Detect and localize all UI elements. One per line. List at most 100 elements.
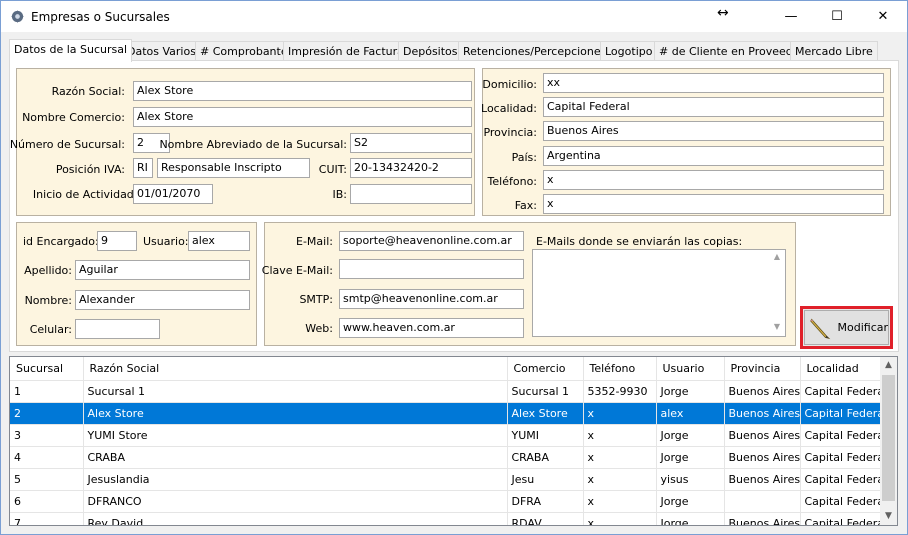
tab-datos-sucursal[interactable]: Datos de la Sucursal bbox=[9, 39, 133, 62]
celular-field[interactable] bbox=[75, 319, 160, 339]
cell[interactable]: 5352-9930 bbox=[583, 380, 657, 403]
cell[interactable]: Capital Federal bbox=[800, 402, 881, 425]
clave-email-field[interactable] bbox=[339, 259, 524, 279]
cell[interactable] bbox=[724, 490, 801, 513]
cell[interactable]: x bbox=[583, 402, 657, 425]
cell[interactable]: Jorge bbox=[656, 446, 725, 469]
telefono-field[interactable]: x bbox=[543, 170, 884, 190]
cell[interactable]: Jorge bbox=[656, 380, 725, 403]
cell[interactable]: Buenos Aires bbox=[724, 468, 801, 491]
cell[interactable]: Buenos Aires bbox=[724, 446, 801, 469]
cell[interactable]: Capital Federal bbox=[800, 424, 881, 447]
cuit-field[interactable]: 20-13432420-2 bbox=[350, 158, 472, 178]
tab-retenciones[interactable]: Retenciones/Percepciones bbox=[458, 41, 612, 61]
cell[interactable]: alex bbox=[656, 402, 725, 425]
domicilio-field[interactable]: xx bbox=[543, 73, 884, 93]
table-row[interactable]: 1 Sucursal 1 Sucursal 1 5352-9930 Jorge Bueno… bbox=[10, 380, 881, 403]
cell[interactable]: x bbox=[583, 512, 657, 525]
cell[interactable]: x bbox=[583, 468, 657, 491]
table-row[interactable]: 6 DFRANCO DFRA x Jorge Capital Federal bbox=[10, 490, 881, 513]
cell[interactable]: Sucursal 1 bbox=[507, 380, 584, 403]
smtp-field[interactable]: smtp@heavenonline.com.ar bbox=[339, 289, 524, 309]
cell[interactable]: CRABA bbox=[507, 446, 584, 469]
cell[interactable]: YUMI bbox=[507, 424, 584, 447]
col-comercio[interactable]: Comercio bbox=[507, 357, 584, 381]
scroll-up-icon[interactable]: ▲ bbox=[880, 357, 897, 374]
tab-mercado-libre[interactable]: Mercado Libre bbox=[790, 41, 878, 61]
cell[interactable]: Buenos Aires bbox=[724, 424, 801, 447]
modificar-button[interactable]: Modificar bbox=[800, 306, 893, 349]
posicion-iva-code-field[interactable]: RI bbox=[133, 158, 153, 178]
cell[interactable]: Capital Federal bbox=[800, 490, 881, 513]
apellido-field[interactable]: Aguilar bbox=[75, 260, 250, 280]
provincia-field[interactable]: Buenos Aires bbox=[543, 121, 884, 141]
cell[interactable]: RDAV bbox=[507, 512, 584, 525]
tab-logotipo[interactable]: Logotipo bbox=[600, 41, 658, 61]
cell[interactable]: x bbox=[583, 490, 657, 513]
nombre-comercio-field[interactable]: Alex Store bbox=[133, 107, 472, 127]
id-encargado-field[interactable]: 9 bbox=[97, 231, 137, 251]
sucursales-grid[interactable]: Sucursal Razón Social Comercio Teléfono … bbox=[9, 356, 898, 526]
maximize-button[interactable]: ☐ bbox=[814, 1, 860, 32]
table-row[interactable]: 4 CRABA CRABA x Jorge Buenos Aires Capital Fed… bbox=[10, 446, 881, 469]
close-button[interactable]: ✕ bbox=[860, 1, 906, 32]
pais-field[interactable]: Argentina bbox=[543, 146, 884, 166]
cell[interactable]: Buenos Aires bbox=[724, 512, 801, 525]
cell[interactable]: Jorge bbox=[656, 512, 725, 525]
tab-depositos[interactable]: Depósitos bbox=[398, 41, 463, 61]
cell[interactable]: Capital Federal bbox=[800, 446, 881, 469]
minimize-button[interactable]: — bbox=[768, 1, 814, 32]
cell[interactable]: Capital Federal bbox=[800, 380, 881, 403]
cell[interactable]: 7 bbox=[10, 512, 84, 525]
scroll-up-icon[interactable]: ▲ bbox=[771, 252, 783, 264]
cell[interactable]: 2 bbox=[10, 402, 84, 425]
web-field[interactable]: www.heaven.com.ar bbox=[339, 318, 524, 338]
cell[interactable]: Alex Store bbox=[83, 402, 508, 425]
scroll-down-icon[interactable]: ▼ bbox=[771, 322, 783, 334]
fax-field[interactable]: x bbox=[543, 194, 884, 214]
cell[interactable]: Buenos Aires bbox=[724, 380, 801, 403]
nombre-abreviado-field[interactable]: S2 bbox=[350, 133, 472, 153]
cell[interactable]: CRABA bbox=[83, 446, 508, 469]
grid-vertical-scrollbar[interactable]: ▲ ▼ bbox=[880, 357, 897, 525]
table-row[interactable]: 3 YUMI Store YUMI x Jorge Buenos Aires Capital… bbox=[10, 424, 881, 447]
tab-cliente-proveedor[interactable]: # de Cliente en Proveedor bbox=[654, 41, 810, 61]
ib-field[interactable] bbox=[350, 184, 472, 204]
email-field[interactable]: soporte@heavenonline.com.ar bbox=[339, 231, 524, 251]
localidad-field[interactable]: Capital Federal bbox=[543, 97, 884, 117]
col-sucursal[interactable]: Sucursal bbox=[10, 357, 84, 381]
cell[interactable]: Buenos Aires bbox=[724, 402, 801, 425]
cell[interactable]: Alex Store bbox=[507, 402, 584, 425]
table-row[interactable]: 5 Jesuslandia Jesu x yisus Buenos Aires Capita… bbox=[10, 468, 881, 491]
scroll-down-icon[interactable]: ▼ bbox=[880, 508, 897, 525]
cell[interactable]: Capital Federal bbox=[800, 512, 881, 525]
cell[interactable]: DFRA bbox=[507, 490, 584, 513]
email-copias-field[interactable]: ▲ ▼ bbox=[532, 249, 786, 337]
col-telefono[interactable]: Teléfono bbox=[583, 357, 657, 381]
cell[interactable]: 3 bbox=[10, 424, 84, 447]
col-provincia[interactable]: Provincia bbox=[724, 357, 801, 381]
cell[interactable]: yisus bbox=[656, 468, 725, 491]
cell[interactable]: Jorge bbox=[656, 490, 725, 513]
tab-impresion-facturas[interactable]: Impresión de Facturas bbox=[283, 41, 415, 61]
cell[interactable]: 6 bbox=[10, 490, 84, 513]
cell[interactable]: Capital Federal bbox=[800, 468, 881, 491]
cell[interactable]: Sucursal 1 bbox=[83, 380, 508, 403]
cell[interactable]: x bbox=[583, 424, 657, 447]
razon-social-field[interactable]: Alex Store bbox=[133, 81, 472, 101]
cell[interactable]: YUMI Store bbox=[83, 424, 508, 447]
usuario-field[interactable]: alex bbox=[188, 231, 250, 251]
cell[interactable]: Rey David bbox=[83, 512, 508, 525]
nombre-field[interactable]: Alexander bbox=[75, 290, 250, 310]
cell[interactable]: DFRANCO bbox=[83, 490, 508, 513]
cell[interactable]: 4 bbox=[10, 446, 84, 469]
col-localidad[interactable]: Localidad bbox=[800, 357, 881, 381]
table-row[interactable]: 7 Rey David RDAV x Jorge Buenos Aires Capital … bbox=[10, 512, 881, 525]
inicio-actividades-field[interactable]: 01/01/2070 bbox=[133, 184, 213, 204]
cell[interactable]: 5 bbox=[10, 468, 84, 491]
cell[interactable]: x bbox=[583, 446, 657, 469]
cell[interactable]: Jesu bbox=[507, 468, 584, 491]
posicion-iva-field[interactable]: Responsable Inscripto bbox=[157, 158, 310, 178]
tab-datos-varios[interactable]: Datos Varios bbox=[122, 41, 201, 61]
cell[interactable]: Jorge bbox=[656, 424, 725, 447]
